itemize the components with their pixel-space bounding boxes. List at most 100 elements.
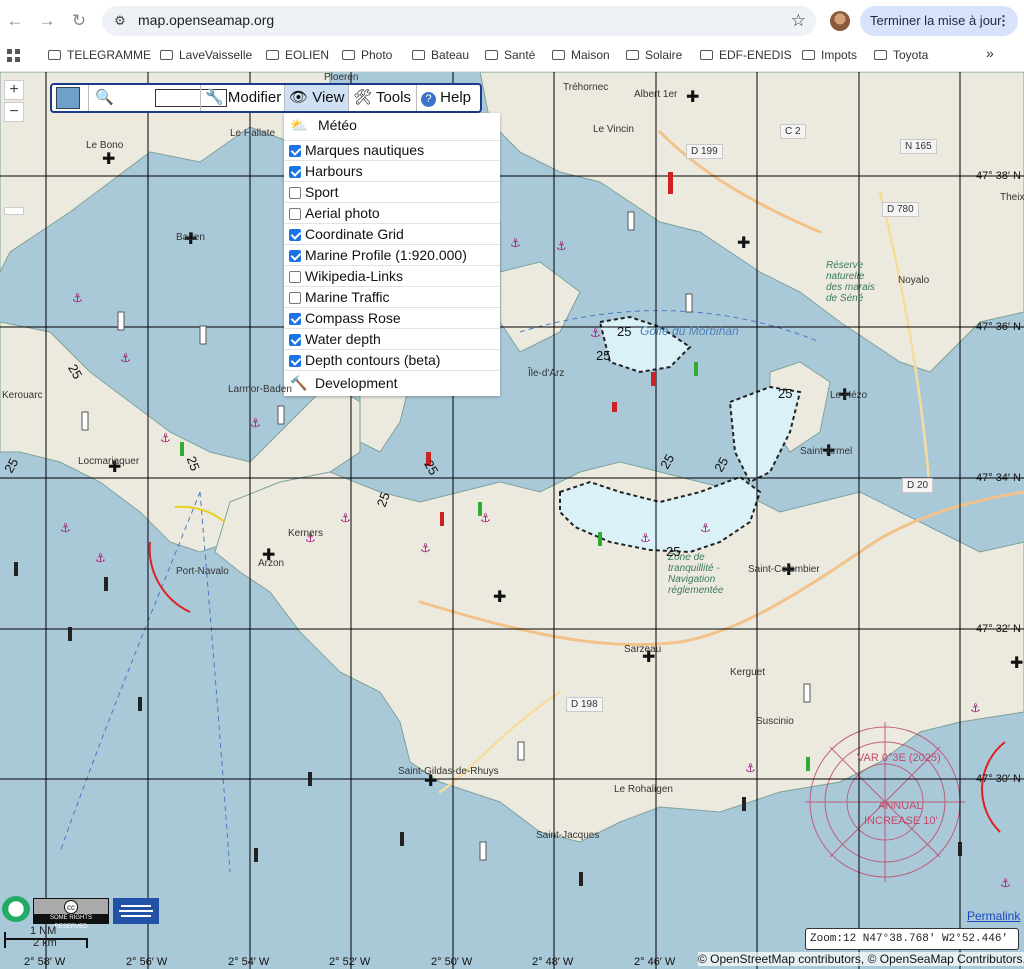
- folder-icon: [626, 50, 639, 60]
- svg-text:✚: ✚: [1010, 653, 1023, 672]
- svg-text:⚓: ⚓: [745, 761, 756, 775]
- place-label: Theix: [1000, 192, 1024, 203]
- apps-grid-icon[interactable]: [7, 49, 20, 62]
- reload-icon[interactable]: ↻: [68, 10, 90, 32]
- svg-text:⚓: ⚓: [72, 291, 83, 305]
- checkbox[interactable]: [289, 145, 301, 157]
- menu-item-marques-nautiques[interactable]: Marques nautiques: [284, 140, 500, 161]
- help-button[interactable]: ? Help: [416, 85, 480, 111]
- zoom-out-button[interactable]: −: [4, 102, 24, 122]
- modifier-button[interactable]: 🔧 Modifier: [200, 85, 284, 111]
- main-toolbar: 🔍 🔧 Modifier 👁 View 🛠 Tools ? Help: [50, 83, 482, 113]
- bookmark-folder[interactable]: Santé: [485, 45, 535, 65]
- bookmark-folder[interactable]: Toyota: [874, 45, 928, 65]
- road-label: D 780: [882, 202, 919, 217]
- svg-text:⚓: ⚓: [160, 431, 171, 445]
- bookmark-folder[interactable]: EDF-ENEDIS: [700, 45, 792, 65]
- depth-label: 25: [778, 386, 793, 401]
- road-label: N 165: [900, 139, 937, 154]
- back-icon[interactable]: ←: [4, 10, 26, 32]
- menu-item-marine-profile[interactable]: Marine Profile (1:920.000): [284, 245, 500, 266]
- place-label: Ploeren: [324, 72, 359, 83]
- search-location-icon[interactable]: [2, 896, 30, 922]
- site-settings-icon[interactable]: ⚙: [110, 11, 130, 31]
- svg-text:⚓: ⚓: [1000, 876, 1011, 890]
- svg-text:⚓: ⚓: [700, 521, 711, 535]
- bookmarks-overflow-icon[interactable]: »: [986, 45, 994, 61]
- menu-item-coordinate-grid[interactable]: Coordinate Grid: [284, 224, 500, 245]
- zoom-position-readout: Zoom:12 N47°38.768' W2°52.446': [805, 928, 1019, 950]
- map-layers-icon[interactable]: [56, 87, 80, 109]
- openseamap-logo[interactable]: [113, 898, 159, 924]
- folder-icon: [342, 50, 355, 60]
- cc-license-badge[interactable]: cc SOME RIGHTS RESERVED: [33, 898, 109, 930]
- menu-item-marine-traffic[interactable]: Marine Traffic: [284, 287, 500, 308]
- tools-button[interactable]: 🛠 Tools: [348, 85, 416, 111]
- cc-icon: cc: [64, 900, 78, 914]
- menu-item-development[interactable]: 🔨 Development: [284, 371, 500, 396]
- openseamap-logo-graphic: [119, 905, 153, 917]
- zoom-slider-handle[interactable]: [4, 207, 24, 215]
- profile-avatar[interactable]: [830, 11, 850, 31]
- menu-item-depth-contours[interactable]: Depth contours (beta): [284, 350, 500, 371]
- latitude-label: 47° 30′ N: [976, 773, 1021, 785]
- bookmark-folder[interactable]: Solaire: [626, 45, 682, 65]
- place-label: Saint-Gildas-de-Rhuys: [398, 766, 499, 777]
- menu-item-aerial-photo[interactable]: Aerial photo: [284, 203, 500, 224]
- road-label: D 198: [566, 697, 603, 712]
- address-bar[interactable]: ⚙ map.openseamap.org ☆: [102, 6, 816, 36]
- view-button[interactable]: 👁 View: [284, 85, 348, 111]
- checkbox[interactable]: [289, 292, 301, 304]
- wrench-icon: 🔧: [205, 89, 224, 106]
- map-attribution: © OpenStreetMap contributors, © OpenSeaM…: [698, 952, 1024, 966]
- road-label: D 20: [902, 478, 934, 493]
- place-label: Saint-Colombier: [748, 564, 820, 575]
- scale-km-label: 2 km: [33, 937, 57, 949]
- menu-dots-icon[interactable]: ⋮: [997, 6, 1010, 36]
- latitude-label: 47° 32′ N: [976, 623, 1021, 635]
- menu-item-weather[interactable]: ⛅ Météo: [284, 113, 500, 141]
- svg-text:⚓: ⚓: [510, 236, 521, 250]
- update-button[interactable]: Terminer la mise à jour ⋮: [860, 6, 1018, 36]
- zoom-in-button[interactable]: +: [4, 80, 24, 100]
- sea-map[interactable]: ⚓ ⚓ ⚓ ⚓ ⚓ ⚓ ⚓ ⚓ ⚓ ⚓ ⚓ ⚓ ⚓ ⚓ ⚓ ⚓ ⚓ ⚓ ✚ ✚ …: [0, 72, 1024, 969]
- longitude-label: 2° 46′ W: [634, 956, 676, 968]
- svg-text:✚: ✚: [493, 587, 506, 606]
- help-label: Help: [440, 89, 472, 106]
- place-label: Noyalo: [898, 275, 930, 286]
- checkbox[interactable]: [289, 355, 301, 367]
- menu-item-compass-rose[interactable]: Compass Rose: [284, 308, 500, 329]
- menu-item-harbours[interactable]: Harbours: [284, 161, 500, 182]
- permalink-link[interactable]: Permalink: [967, 909, 1020, 923]
- depth-label: 25: [617, 324, 632, 339]
- bookmark-star-icon[interactable]: ☆: [791, 11, 806, 31]
- bookmark-folder[interactable]: Maison: [552, 45, 610, 65]
- svg-text:⚓: ⚓: [340, 511, 351, 525]
- reserve-label: Réserve naturelle des marais de Séné: [826, 260, 875, 304]
- bookmark-folder[interactable]: EOLIEN: [266, 45, 329, 65]
- checkbox[interactable]: [289, 334, 301, 346]
- bookmark-folder[interactable]: LaveVaisselle: [160, 45, 252, 65]
- bookmark-folder[interactable]: Photo: [342, 45, 392, 65]
- checkbox[interactable]: [289, 229, 301, 241]
- menu-item-water-depth[interactable]: Water depth: [284, 329, 500, 350]
- menu-item-sport[interactable]: Sport: [284, 182, 500, 203]
- place-label: Le Vincin: [593, 124, 634, 135]
- checkbox[interactable]: [289, 208, 301, 220]
- checkbox[interactable]: [289, 166, 301, 178]
- checkbox[interactable]: [289, 271, 301, 283]
- search-tool: 🔍: [88, 85, 227, 111]
- checkbox[interactable]: [289, 187, 301, 199]
- bookmark-folder[interactable]: Impots: [802, 45, 857, 65]
- place-label: Larmor-Baden: [228, 384, 292, 395]
- place-label: Golfe du Morbihan: [640, 324, 739, 338]
- checkbox[interactable]: [289, 313, 301, 325]
- menu-item-wikipedia-links[interactable]: Wikipedia-Links: [284, 266, 500, 287]
- map-canvas[interactable]: ⚓⚓⚓ ⚓⚓⚓ ⚓⚓⚓ ⚓⚓⚓ ⚓⚓⚓ ⚓⚓⚓ ✚✚✚ ✚✚✚ ✚✚✚ ✚✚✚ …: [0, 72, 1024, 969]
- forward-icon[interactable]: →: [36, 10, 58, 32]
- scale-bar-tick: [4, 932, 6, 948]
- bookmark-folder[interactable]: TELEGRAMME: [48, 45, 151, 65]
- bookmark-folder[interactable]: Bateau: [412, 45, 469, 65]
- checkbox[interactable]: [289, 250, 301, 262]
- magnifier-icon[interactable]: 🔍: [95, 85, 114, 111]
